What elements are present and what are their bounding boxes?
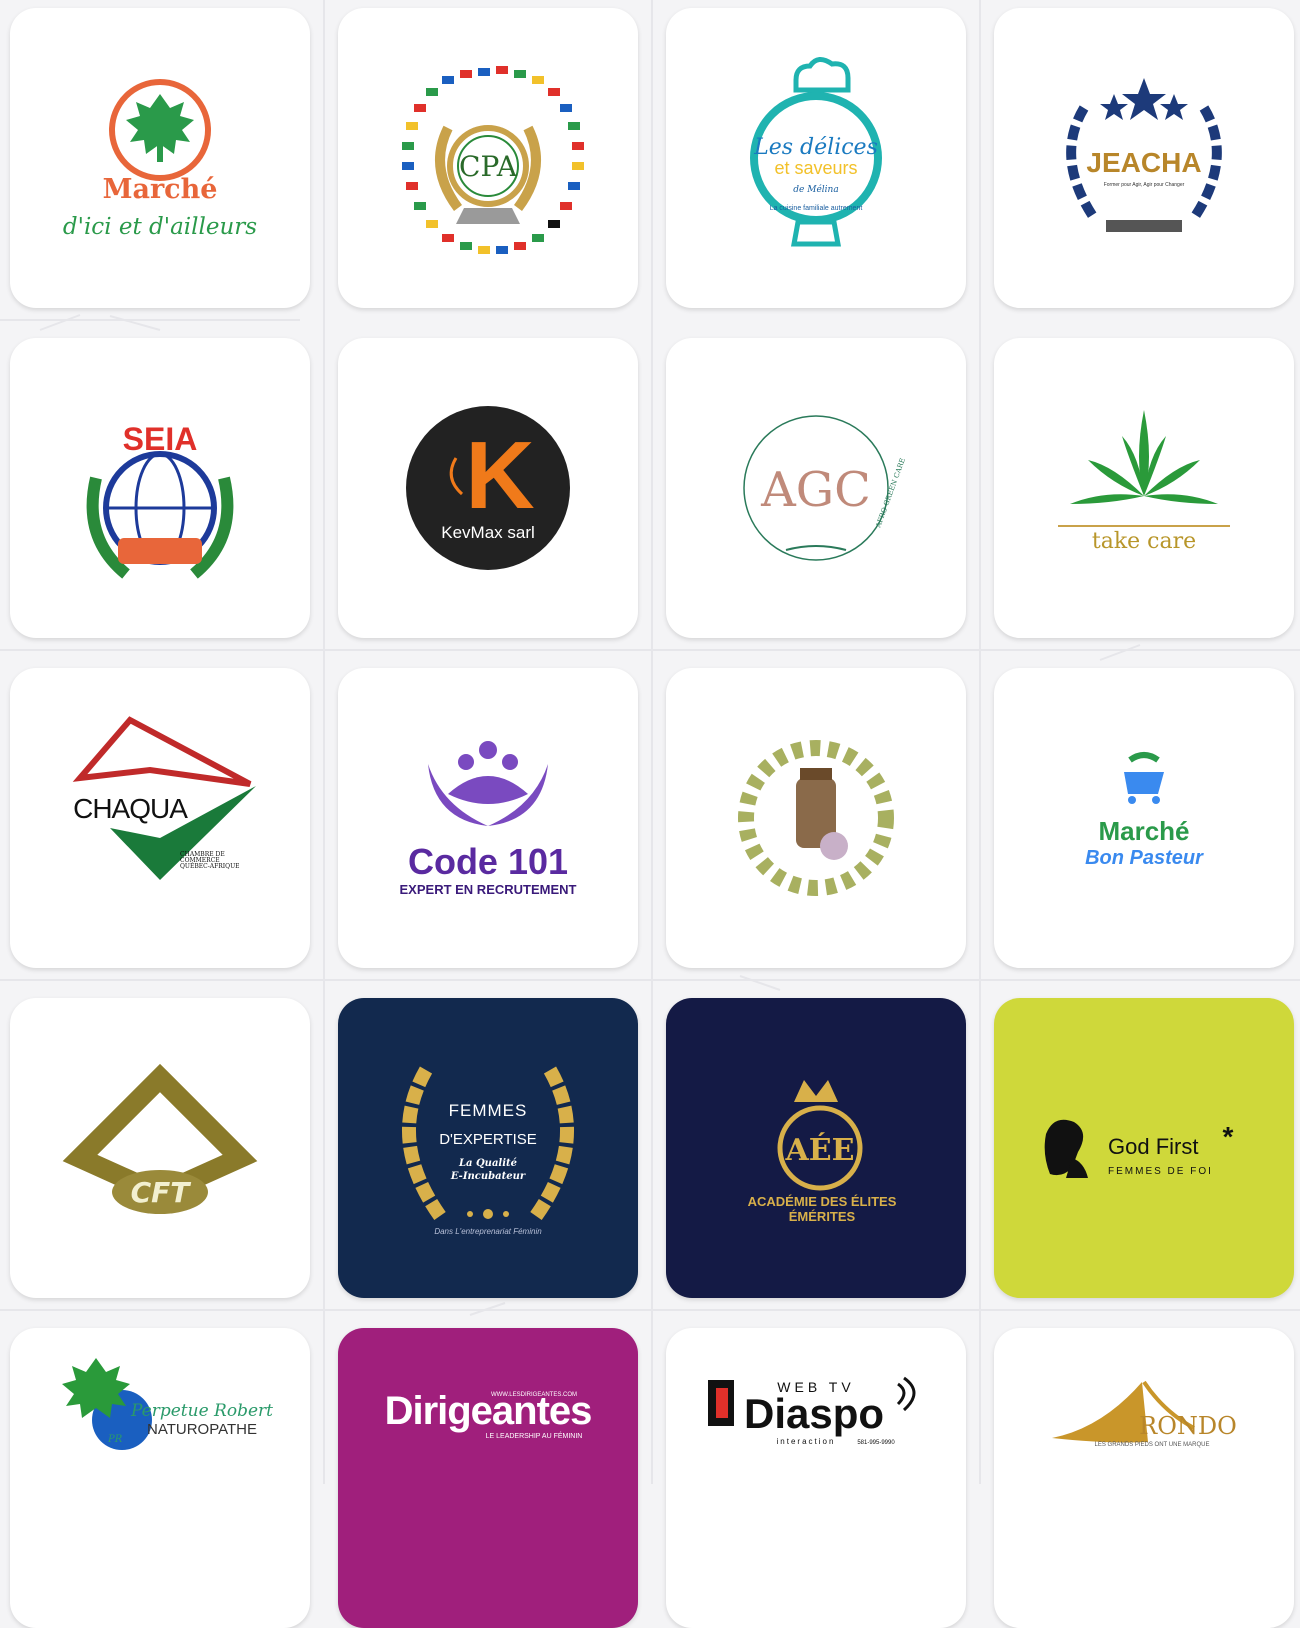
- logo-card-dirigeantes[interactable]: WWW.LESDIRIGEANTES.COM Dirigeantes LE LE…: [338, 1328, 638, 1628]
- logo-text: take care: [1092, 529, 1196, 554]
- logo-card-chaqua[interactable]: CHAQUA CHAMBRE DE COMMERCE QUÉBEC-AFRIQU…: [10, 668, 310, 968]
- logo-text: CPA: [459, 150, 518, 183]
- logo-card-delices-saveurs[interactable]: Les délices et saveurs de Mélina La cuis…: [666, 8, 966, 308]
- shoe-icon: [1052, 1382, 1148, 1443]
- logo-card-seia[interactable]: SEIA: [10, 338, 310, 638]
- children-icon: [118, 538, 202, 564]
- logo-line1: Marché: [1098, 816, 1189, 846]
- logo-card-kevmax[interactable]: K KevMax sarl: [338, 338, 638, 638]
- aloe-plant-icon: [1070, 410, 1218, 504]
- vine-icon: [785, 545, 847, 551]
- logo-sub: LE LEADERSHIP AU FÉMININ: [486, 1431, 583, 1440]
- logo-grid: Marché d'ici et d'ailleurs CPA Les délic…: [10, 8, 1294, 1628]
- logo-card-cpa[interactable]: CPA: [338, 8, 638, 308]
- logo-text: CFT: [131, 1176, 192, 1209]
- stars-icon: [1100, 78, 1188, 120]
- pedestal-icon: [456, 208, 520, 224]
- logo-line2: D'EXPERTISE: [439, 1131, 537, 1148]
- logo-card-botanical-jar[interactable]: [666, 668, 966, 968]
- crown-icon: [794, 1080, 838, 1102]
- logo-line2: FEMMES DE FOI: [1108, 1166, 1213, 1177]
- logo-card-diaspo[interactable]: WEB TV Diaspo interaction 581-995-9990: [666, 1328, 966, 1628]
- bowtie-icon: [791, 219, 841, 247]
- logo-line5: Dans L'entreprenariat Féminin: [434, 1227, 542, 1236]
- logo-letters: AÉE: [784, 1132, 854, 1168]
- logo-card-perpetue-robert[interactable]: Perpetue Robert NATUROPATHE PR: [10, 1328, 310, 1628]
- logo-text: Code 101: [408, 841, 568, 882]
- logo-ring-text: AFRO GREEN CARE: [874, 457, 907, 530]
- logo-card-femmes-expertise[interactable]: FEMMES D'EXPERTISE La Qualité E-Incubate…: [338, 998, 638, 1298]
- logo-line1: FEMMES: [449, 1101, 528, 1120]
- logo-line3: La Qualité: [458, 1158, 517, 1169]
- logo-sub: EXPERT EN RECRUTEMENT: [400, 882, 577, 897]
- cart-icon: [1124, 752, 1164, 804]
- logo-line2: NATUROPATHE: [147, 1421, 257, 1438]
- logo-text: JEACHA: [1086, 147, 1201, 178]
- stars-icon: [467, 1209, 509, 1219]
- logo-card-arondo[interactable]: RONDO LES GRANDS PIEDS ONT UNE MARQUE: [994, 1328, 1294, 1628]
- logo-card-code101[interactable]: Code 101 EXPERT EN RECRUTEMENT: [338, 668, 638, 968]
- logo-line2: Bon Pasteur: [1085, 847, 1204, 869]
- asterisk-icon: *: [1223, 1121, 1234, 1152]
- logo-text: Diaspo: [744, 1390, 884, 1437]
- logo-card-god-first[interactable]: God First FEMMES DE FOI *: [994, 998, 1294, 1298]
- logo-line1: God First: [1108, 1134, 1198, 1159]
- logo-ring-text: La cuisine familiale autrement: [770, 205, 863, 212]
- wifi-icon: [896, 1376, 916, 1412]
- logo-line2: et saveurs: [774, 158, 857, 178]
- logo-line4: E-Incubateur: [450, 1171, 526, 1182]
- logo-tagline: Former pour Agir, Agir pour Changer: [1104, 182, 1185, 188]
- logo-card-marche-bon-pasteur[interactable]: Marché Bon Pasteur: [994, 668, 1294, 968]
- logo-line3: de Mélina: [793, 184, 838, 195]
- logo-line1: ACADÉMIE DES ÉLITES: [748, 1194, 897, 1209]
- logo-line1: Marché: [103, 174, 218, 205]
- logo-card-afro-green-care[interactable]: AGC AFRO GREEN CARE: [666, 338, 966, 638]
- logo-letter: K: [465, 422, 534, 529]
- chef-hat-icon: [793, 57, 851, 93]
- logo-text: KevMax sarl: [441, 523, 535, 542]
- logo-initials: PR: [107, 1434, 123, 1445]
- hands-people-icon: [428, 741, 548, 826]
- logo-line2: d'ici et d'ailleurs: [63, 214, 257, 240]
- logo-sub: interaction: [777, 1437, 836, 1446]
- logo-phone: 581-995-9990: [857, 1440, 895, 1446]
- logo-sub: LES GRANDS PIEDS ONT UNE MARQUE: [1095, 1442, 1210, 1448]
- logo-card-jeacha[interactable]: JEACHA Former pour Agir, Agir pour Chang…: [994, 8, 1294, 308]
- logo-line2: ÉMÉRITES: [789, 1209, 856, 1224]
- crowd-icon: [1106, 220, 1182, 232]
- logo-card-marche-dici[interactable]: Marché d'ici et d'ailleurs: [10, 8, 310, 308]
- flower-icon: [820, 832, 848, 860]
- logo-card-cft[interactable]: CFT: [10, 998, 310, 1298]
- logo-line1: Perpetue Robert: [130, 1401, 273, 1421]
- logo-card-academie-elites[interactable]: AÉE ACADÉMIE DES ÉLITES ÉMÉRITES: [666, 998, 966, 1298]
- logo-text: CHAQUA: [73, 793, 188, 824]
- roof-icon: [72, 716, 252, 787]
- logo-sub3: QUÉBEC-AFRIQUE: [180, 862, 240, 870]
- logo-text: RONDO: [1139, 1412, 1237, 1440]
- logo-text: Dirigeantes: [385, 1389, 592, 1433]
- logo-letters: AGC: [760, 462, 871, 518]
- logo-line1: Les délices: [753, 135, 878, 160]
- logo-card-take-care[interactable]: take care: [994, 338, 1294, 638]
